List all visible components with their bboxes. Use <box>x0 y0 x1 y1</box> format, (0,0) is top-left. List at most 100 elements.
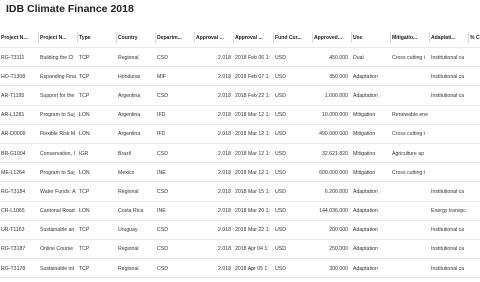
cell-department: IFD <box>157 131 166 138</box>
cell-approved-amount: 300.000 <box>329 265 348 272</box>
cell-approval-date: 2018 Apr 05 1: <box>235 265 269 272</box>
cell-percent-climate <box>470 144 480 163</box>
cell-fund-currency: USD <box>275 54 286 61</box>
table-body: RG-T3111 Building the Cl TCP Regional CSD 2.0… <box>0 48 480 279</box>
cell-percent-climate <box>470 163 480 182</box>
cell-department: CSD <box>157 188 168 195</box>
cell-type: TCP <box>79 92 90 99</box>
column-header-use[interactable]: Use <box>353 27 390 48</box>
column-resize-handle[interactable] <box>155 32 156 43</box>
cell-country: Brazil <box>118 150 131 157</box>
cell-percent-climate <box>470 221 480 240</box>
cell-mitigation <box>392 67 429 86</box>
cell-mitigation: Agriculture ap <box>392 150 425 157</box>
table-row[interactable]: AR-O0009 Flexible Risk M LON Argentina IFD 2.… <box>0 125 480 145</box>
cell-adaptation: Energy transpc <box>431 208 466 215</box>
cell-mitigation: Cross cutting i <box>392 169 425 176</box>
cell-approval-date: 2018 Apr 04 1: <box>235 246 269 253</box>
cell-project-number: RG-T3184 <box>1 188 26 195</box>
column-resize-handle[interactable] <box>390 32 391 43</box>
cell-project-number: CR-L1065 <box>1 208 25 215</box>
cell-approval-date: 2018 Mar 12 1: <box>235 131 270 138</box>
cell-project-number: AR-L1281 <box>1 112 25 119</box>
cell-fund-currency: USD <box>275 112 286 119</box>
table-row[interactable]: RG-T3111 Building the Cl TCP Regional CSD 2.0… <box>0 48 480 68</box>
column-header-department[interactable]: Departm... <box>157 27 194 48</box>
cell-adaptation: Institutional ca <box>431 73 465 80</box>
cell-country: Regional <box>118 54 139 61</box>
column-header-country[interactable]: Country <box>118 27 155 48</box>
cell-use: Mitigation <box>353 150 376 157</box>
cell-use: Adaptation <box>353 73 378 80</box>
cell-approval-year: 2.018 <box>218 73 231 80</box>
cell-approval-year: 2.018 <box>218 246 231 253</box>
table-row[interactable]: HO-T1308 Expanding Fina TCP Honduras MIF 2.01… <box>0 67 480 87</box>
cell-approved-amount: 32.621.820 <box>322 150 348 157</box>
cell-adaptation: Institutional ca <box>431 227 465 234</box>
cell-fund-currency: USD <box>275 92 286 99</box>
column-resize-handle[interactable] <box>194 32 195 43</box>
cell-adaptation: Institutional ca <box>431 265 465 272</box>
cell-approval-year: 2.018 <box>218 265 231 272</box>
cell-use: Adaptation <box>353 92 378 99</box>
cell-type: IGR <box>79 150 89 157</box>
cell-approval-date: 2018 Feb 22 1: <box>235 92 270 99</box>
table-row[interactable]: RG-T3184 Water Funds: A TCP Regional CSD 2.01… <box>0 182 480 202</box>
column-header-approved-amount[interactable]: Approved... <box>314 27 350 48</box>
cell-project-name: Sustainable an <box>40 227 75 234</box>
cell-fund-currency: USD <box>275 227 286 234</box>
table-row[interactable]: ME-L1264 Program to Suj LON Mexico INE 2.018 2… <box>0 163 480 183</box>
column-header-fund-currency[interactable]: Fund Cur... <box>275 27 311 48</box>
cell-department: INE <box>157 208 166 215</box>
table-row[interactable]: RG-T3187 Online Course TCP Regional CSD 2.018… <box>0 240 480 260</box>
cell-department: CSD <box>157 150 168 157</box>
column-header-project-name[interactable]: Project N... <box>40 27 76 48</box>
cell-approval-date: 2018 Mar 22 1: <box>235 227 270 234</box>
column-resize-handle[interactable] <box>273 32 274 43</box>
cell-approved-amount: 144.036.000 <box>319 208 348 215</box>
table-row[interactable]: AR-T1195 Support for the TCP Argentina CSD 2.… <box>0 86 480 106</box>
cell-approved-amount: 490.000.000 <box>319 131 348 138</box>
column-resize-handle[interactable] <box>429 32 430 43</box>
column-header-mitigation[interactable]: Mitigatio... <box>392 27 429 48</box>
table-row[interactable]: UR-T1163 Sustainable an TCP Uruguay CSD 2.018… <box>0 221 480 241</box>
cell-approval-year: 2.018 <box>218 131 231 138</box>
column-header-percent-climate[interactable]: % Cl <box>470 27 480 48</box>
cell-mitigation <box>392 182 429 201</box>
page-title: IDB Climate Finance 2018 <box>6 3 134 15</box>
column-header-approval-date[interactable]: Approval ... <box>235 27 272 48</box>
cell-project-name: Water Funds: A <box>40 188 76 195</box>
column-resize-handle[interactable] <box>77 32 78 43</box>
column-header-adaptation[interactable]: Adaptati... <box>431 27 468 48</box>
cell-percent-climate <box>470 106 480 125</box>
cell-percent-climate <box>470 259 480 278</box>
cell-percent-climate <box>470 202 480 221</box>
cell-approval-date: 2018 Feb 06 1: <box>235 54 270 61</box>
cell-country: Costa Rica <box>118 208 144 215</box>
column-resize-handle[interactable] <box>116 32 117 43</box>
cell-type: TCP <box>79 188 90 195</box>
column-resize-handle[interactable] <box>312 32 313 43</box>
cell-project-number: RG-T3178 <box>1 265 26 272</box>
column-resize-handle[interactable] <box>233 32 234 43</box>
cell-type: LON <box>79 208 90 215</box>
cell-type: TCP <box>79 227 90 234</box>
cell-department: CSD <box>157 265 168 272</box>
table-row[interactable]: BR-G1004 Conservation, I IGR Brazil CSD 2.018… <box>0 144 480 164</box>
cell-project-name: Cantonal Road <box>40 208 75 215</box>
cell-mitigation: Renewable ene <box>392 112 429 119</box>
cell-project-number: HO-T1308 <box>1 73 26 80</box>
column-header-project-number[interactable]: Project N... <box>1 27 37 48</box>
column-resize-handle[interactable] <box>351 32 352 43</box>
column-resize-handle[interactable] <box>468 32 469 43</box>
column-header-type[interactable]: Type <box>79 27 115 48</box>
table-row[interactable]: RG-T3178 Sustainable int TCP Regional CSD 2.0… <box>0 259 480 279</box>
cell-mitigation <box>392 86 429 105</box>
column-header-approval-year[interactable]: Approval ... <box>196 27 232 48</box>
cell-project-name: Flexible Risk M <box>40 131 76 138</box>
cell-mitigation <box>392 240 429 259</box>
cell-percent-climate <box>470 125 480 144</box>
table-row[interactable]: CR-L1065 Cantonal Road LON Costa Rica INE 2.0… <box>0 202 480 221</box>
column-resize-handle[interactable] <box>38 32 39 43</box>
table-row[interactable]: AR-L1281 Program to Suj LON Argentina IFD 2.0… <box>0 106 480 125</box>
